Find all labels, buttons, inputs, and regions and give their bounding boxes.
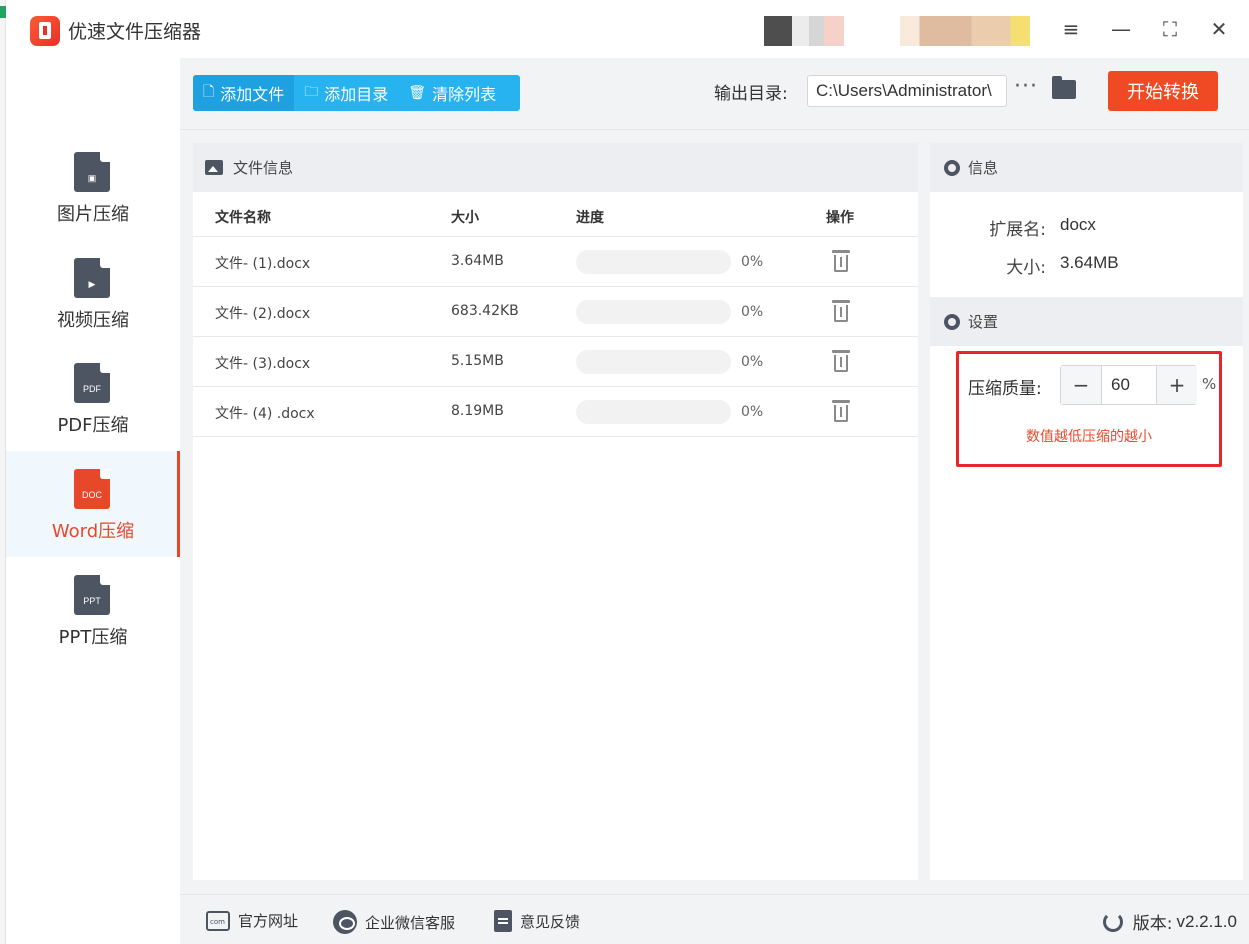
extension-value: docx — [1060, 215, 1096, 234]
file-name: 文件- (3).docx — [215, 356, 311, 372]
info-header: 信息 — [930, 143, 1243, 192]
sidebar-item-label: 视频压缩 — [57, 310, 129, 331]
sidebar-item-ppt[interactable]: PPT PPT压缩 — [6, 557, 180, 663]
sidebar-item-label: PPT压缩 — [58, 627, 128, 648]
gear-icon — [944, 313, 960, 330]
quality-input[interactable]: 60 — [1101, 366, 1157, 404]
feedback-link[interactable]: 意见反馈 — [494, 910, 580, 932]
info-title: 信息 — [968, 159, 999, 177]
size-value: 3.64MB — [1060, 253, 1119, 272]
chat-icon — [333, 910, 357, 934]
sidebar-item-video[interactable]: ▶ 视频压缩 — [6, 240, 180, 346]
quality-label: 压缩质量: — [968, 379, 1042, 399]
column-name: 文件名称 — [215, 210, 271, 226]
settings-header: 设置 — [930, 297, 1243, 346]
progress-bar — [576, 250, 731, 274]
sidebar-item-pdf[interactable]: PDF PDF压缩 — [6, 345, 180, 451]
sidebar: ▣ 图片压缩 ▶ 视频压缩 PDF PDF压缩 DOC Word压缩 PPT P… — [6, 58, 180, 944]
website-icon — [206, 910, 230, 931]
footer: 官方网址 企业微信客服 意见反馈 版本: v2.2.1.0 — [180, 894, 1249, 944]
file-name: 文件- (4) .docx — [215, 406, 315, 422]
decrement-button[interactable]: − — [1061, 366, 1101, 404]
sidebar-item-label: 图片压缩 — [57, 204, 129, 225]
column-size: 大小 — [451, 210, 479, 226]
info-panel: 信息 扩展名: docx 大小: 3.64MB 设置 压缩质量: − 60 + … — [930, 143, 1243, 880]
sidebar-item-image[interactable]: ▣ 图片压缩 — [6, 134, 180, 240]
size-label: 大小: — [1006, 258, 1046, 278]
delete-trash-icon[interactable] — [832, 250, 850, 272]
ppt-file-icon: PPT — [74, 575, 110, 615]
file-size: 5.15MB — [451, 353, 504, 369]
image-file-icon: ▣ — [74, 152, 110, 192]
user-avatar-blurred — [764, 16, 864, 46]
version-info[interactable]: 版本: v2.2.1.0 — [1102, 909, 1237, 934]
quality-stepper: − 60 + — [1060, 365, 1197, 405]
progress-percent: 0% — [741, 354, 764, 370]
file-size: 8.19MB — [451, 403, 504, 419]
maximize-icon[interactable]: ⛶ — [1154, 14, 1186, 44]
app-window: 优速文件压缩器 ≡ — ⛶ ✕ ▣ 图片压缩 ▶ 视频压缩 PDF PDF压缩 … — [6, 0, 1249, 944]
table-row[interactable]: 文件- (4) .docx 8.19MB 0% — [193, 386, 918, 436]
website-link[interactable]: 官方网址 — [206, 910, 298, 931]
file-list-panel: 文件信息 文件名称 大小 进度 操作 文件- (1).docx 3.64MB 0% 文… — [193, 143, 918, 880]
table-row[interactable]: 文件- (3).docx 5.15MB 0% — [193, 336, 918, 386]
start-convert-button[interactable]: 开始转换 — [1108, 71, 1218, 111]
image-icon — [205, 160, 223, 175]
table-bottom-border — [193, 436, 918, 437]
add-file-button[interactable]: 🗋 添加文件 — [193, 75, 295, 111]
app-logo-icon — [30, 16, 60, 46]
video-file-icon: ▶ — [74, 258, 110, 298]
pdf-file-icon: PDF — [74, 363, 110, 403]
file-size: 3.64MB — [451, 253, 504, 269]
user-name-blurred — [900, 16, 1030, 46]
more-options-icon[interactable]: ··· — [1014, 74, 1038, 99]
file-name: 文件- (2).docx — [215, 306, 311, 322]
delete-trash-icon[interactable] — [832, 400, 850, 422]
progress-bar — [576, 300, 731, 324]
output-dir-input[interactable]: C:\Users\Administrator\ — [807, 75, 1007, 107]
extension-label: 扩展名: — [989, 220, 1046, 240]
feedback-icon — [494, 910, 512, 932]
doc-file-icon: DOC — [74, 469, 110, 509]
gear-icon — [944, 159, 960, 176]
app-title: 优速文件压缩器 — [68, 21, 202, 43]
file-actions-group: 🗋 添加文件 🗀 添加目录 🗑 清除列表 — [193, 75, 520, 111]
file-panel-title: 文件信息 — [233, 159, 294, 177]
progress-bar — [576, 400, 731, 424]
toolbar: 🗋 添加文件 🗀 添加目录 🗑 清除列表 输出目录: C:\Users\Adminis… — [180, 58, 1249, 130]
file-icon: 🗋 — [203, 84, 215, 100]
progress-percent: 0% — [741, 254, 764, 270]
clear-list-button[interactable]: 🗑 清除列表 — [398, 75, 506, 111]
menu-icon[interactable]: ≡ — [1055, 14, 1087, 44]
quality-hint: 数值越低压缩的越小 — [1026, 429, 1152, 445]
minimize-icon[interactable]: — — [1105, 14, 1137, 44]
refresh-icon — [1102, 911, 1123, 932]
increment-button[interactable]: + — [1157, 366, 1197, 404]
table-row[interactable]: 文件- (2).docx 683.42KB 0% — [193, 286, 918, 336]
file-name: 文件- (1).docx — [215, 256, 311, 272]
progress-percent: 0% — [741, 404, 764, 420]
sidebar-item-label: PDF压缩 — [57, 415, 129, 436]
output-dir-label: 输出目录: — [714, 84, 788, 104]
file-panel-header: 文件信息 — [193, 143, 918, 192]
sidebar-item-word[interactable]: DOC Word压缩 — [6, 451, 180, 557]
trash-icon: 🗑 — [408, 85, 427, 101]
delete-trash-icon[interactable] — [832, 300, 850, 322]
column-action: 操作 — [826, 210, 854, 226]
file-size: 683.42KB — [451, 303, 519, 319]
title-bar: 优速文件压缩器 ≡ — ⛶ ✕ — [6, 0, 1249, 58]
progress-percent: 0% — [741, 304, 764, 320]
wechat-support-link[interactable]: 企业微信客服 — [333, 910, 455, 934]
settings-title: 设置 — [968, 313, 999, 331]
add-directory-button[interactable]: 🗀 添加目录 — [294, 75, 398, 111]
column-progress: 进度 — [576, 210, 604, 226]
table-row[interactable]: 文件- (1).docx 3.64MB 0% — [193, 236, 918, 286]
percent-unit: % — [1202, 375, 1217, 393]
progress-bar — [576, 350, 731, 374]
sidebar-item-label: Word压缩 — [51, 521, 135, 542]
delete-trash-icon[interactable] — [832, 350, 850, 372]
open-folder-icon[interactable] — [1052, 76, 1076, 99]
folder-outline-icon: 🗀 — [304, 84, 319, 100]
close-icon[interactable]: ✕ — [1203, 14, 1235, 44]
